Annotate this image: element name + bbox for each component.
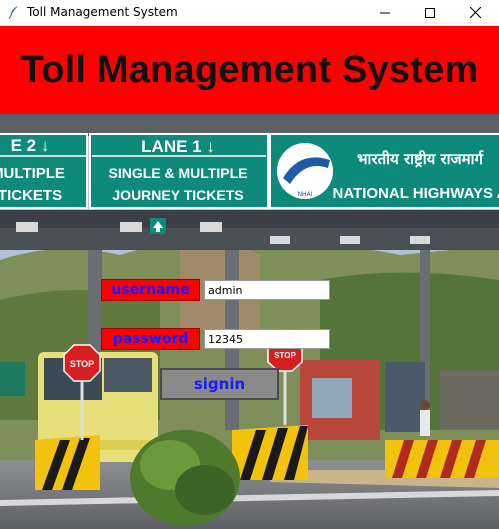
window-title: Toll Management System xyxy=(27,5,178,19)
stop-sign-left-text: STOP xyxy=(70,359,94,369)
signin-button[interactable]: signin xyxy=(160,368,279,400)
password-input[interactable] xyxy=(204,329,330,349)
minimize-icon xyxy=(380,12,390,13)
username-label-text: username xyxy=(111,282,190,298)
lane1-sign-title: LANE 1 ↓ xyxy=(141,137,215,156)
maximize-icon xyxy=(425,7,435,18)
nh-sign-hindi: भारतीय राष्ट्रीय राजमार्ग xyxy=(357,150,484,168)
close-icon xyxy=(469,7,481,18)
password-label-text: password xyxy=(112,331,189,347)
minimize-button[interactable] xyxy=(365,0,405,25)
maximize-button[interactable] xyxy=(410,0,450,25)
header-title: Toll Management System xyxy=(20,48,479,91)
close-button[interactable] xyxy=(455,0,495,25)
lane2-sign-line1: MULTIPLE xyxy=(0,165,65,182)
toll-plaza-photo: E 2 ↓ MULTIPLE TICKETS LANE 1 ↓ SINGLE &… xyxy=(0,114,499,529)
app-header: Toll Management System xyxy=(0,26,499,114)
lane1-sign-line2: JOURNEY TICKETS xyxy=(112,187,243,203)
nh-sign-english: NATIONAL HIGHWAYS A xyxy=(332,185,499,202)
signin-button-label: signin xyxy=(193,375,246,393)
stop-sign-right-text: STOP xyxy=(274,351,296,360)
password-label: password xyxy=(101,328,200,350)
feather-icon xyxy=(8,6,18,19)
lane1-sign-line1: SINGLE & MULTIPLE xyxy=(109,165,248,181)
barrier-middle xyxy=(232,425,308,480)
nhai-logo-text: NHAI xyxy=(298,191,313,198)
lane2-sign-line2: TICKETS xyxy=(0,187,62,204)
lane2-sign-title: E 2 ↓ xyxy=(11,136,50,155)
username-input[interactable] xyxy=(204,280,330,300)
barrier-left xyxy=(35,435,100,490)
window-titlebar: Toll Management System xyxy=(0,0,499,26)
barrier-right xyxy=(385,440,499,478)
username-label: username xyxy=(101,279,200,301)
